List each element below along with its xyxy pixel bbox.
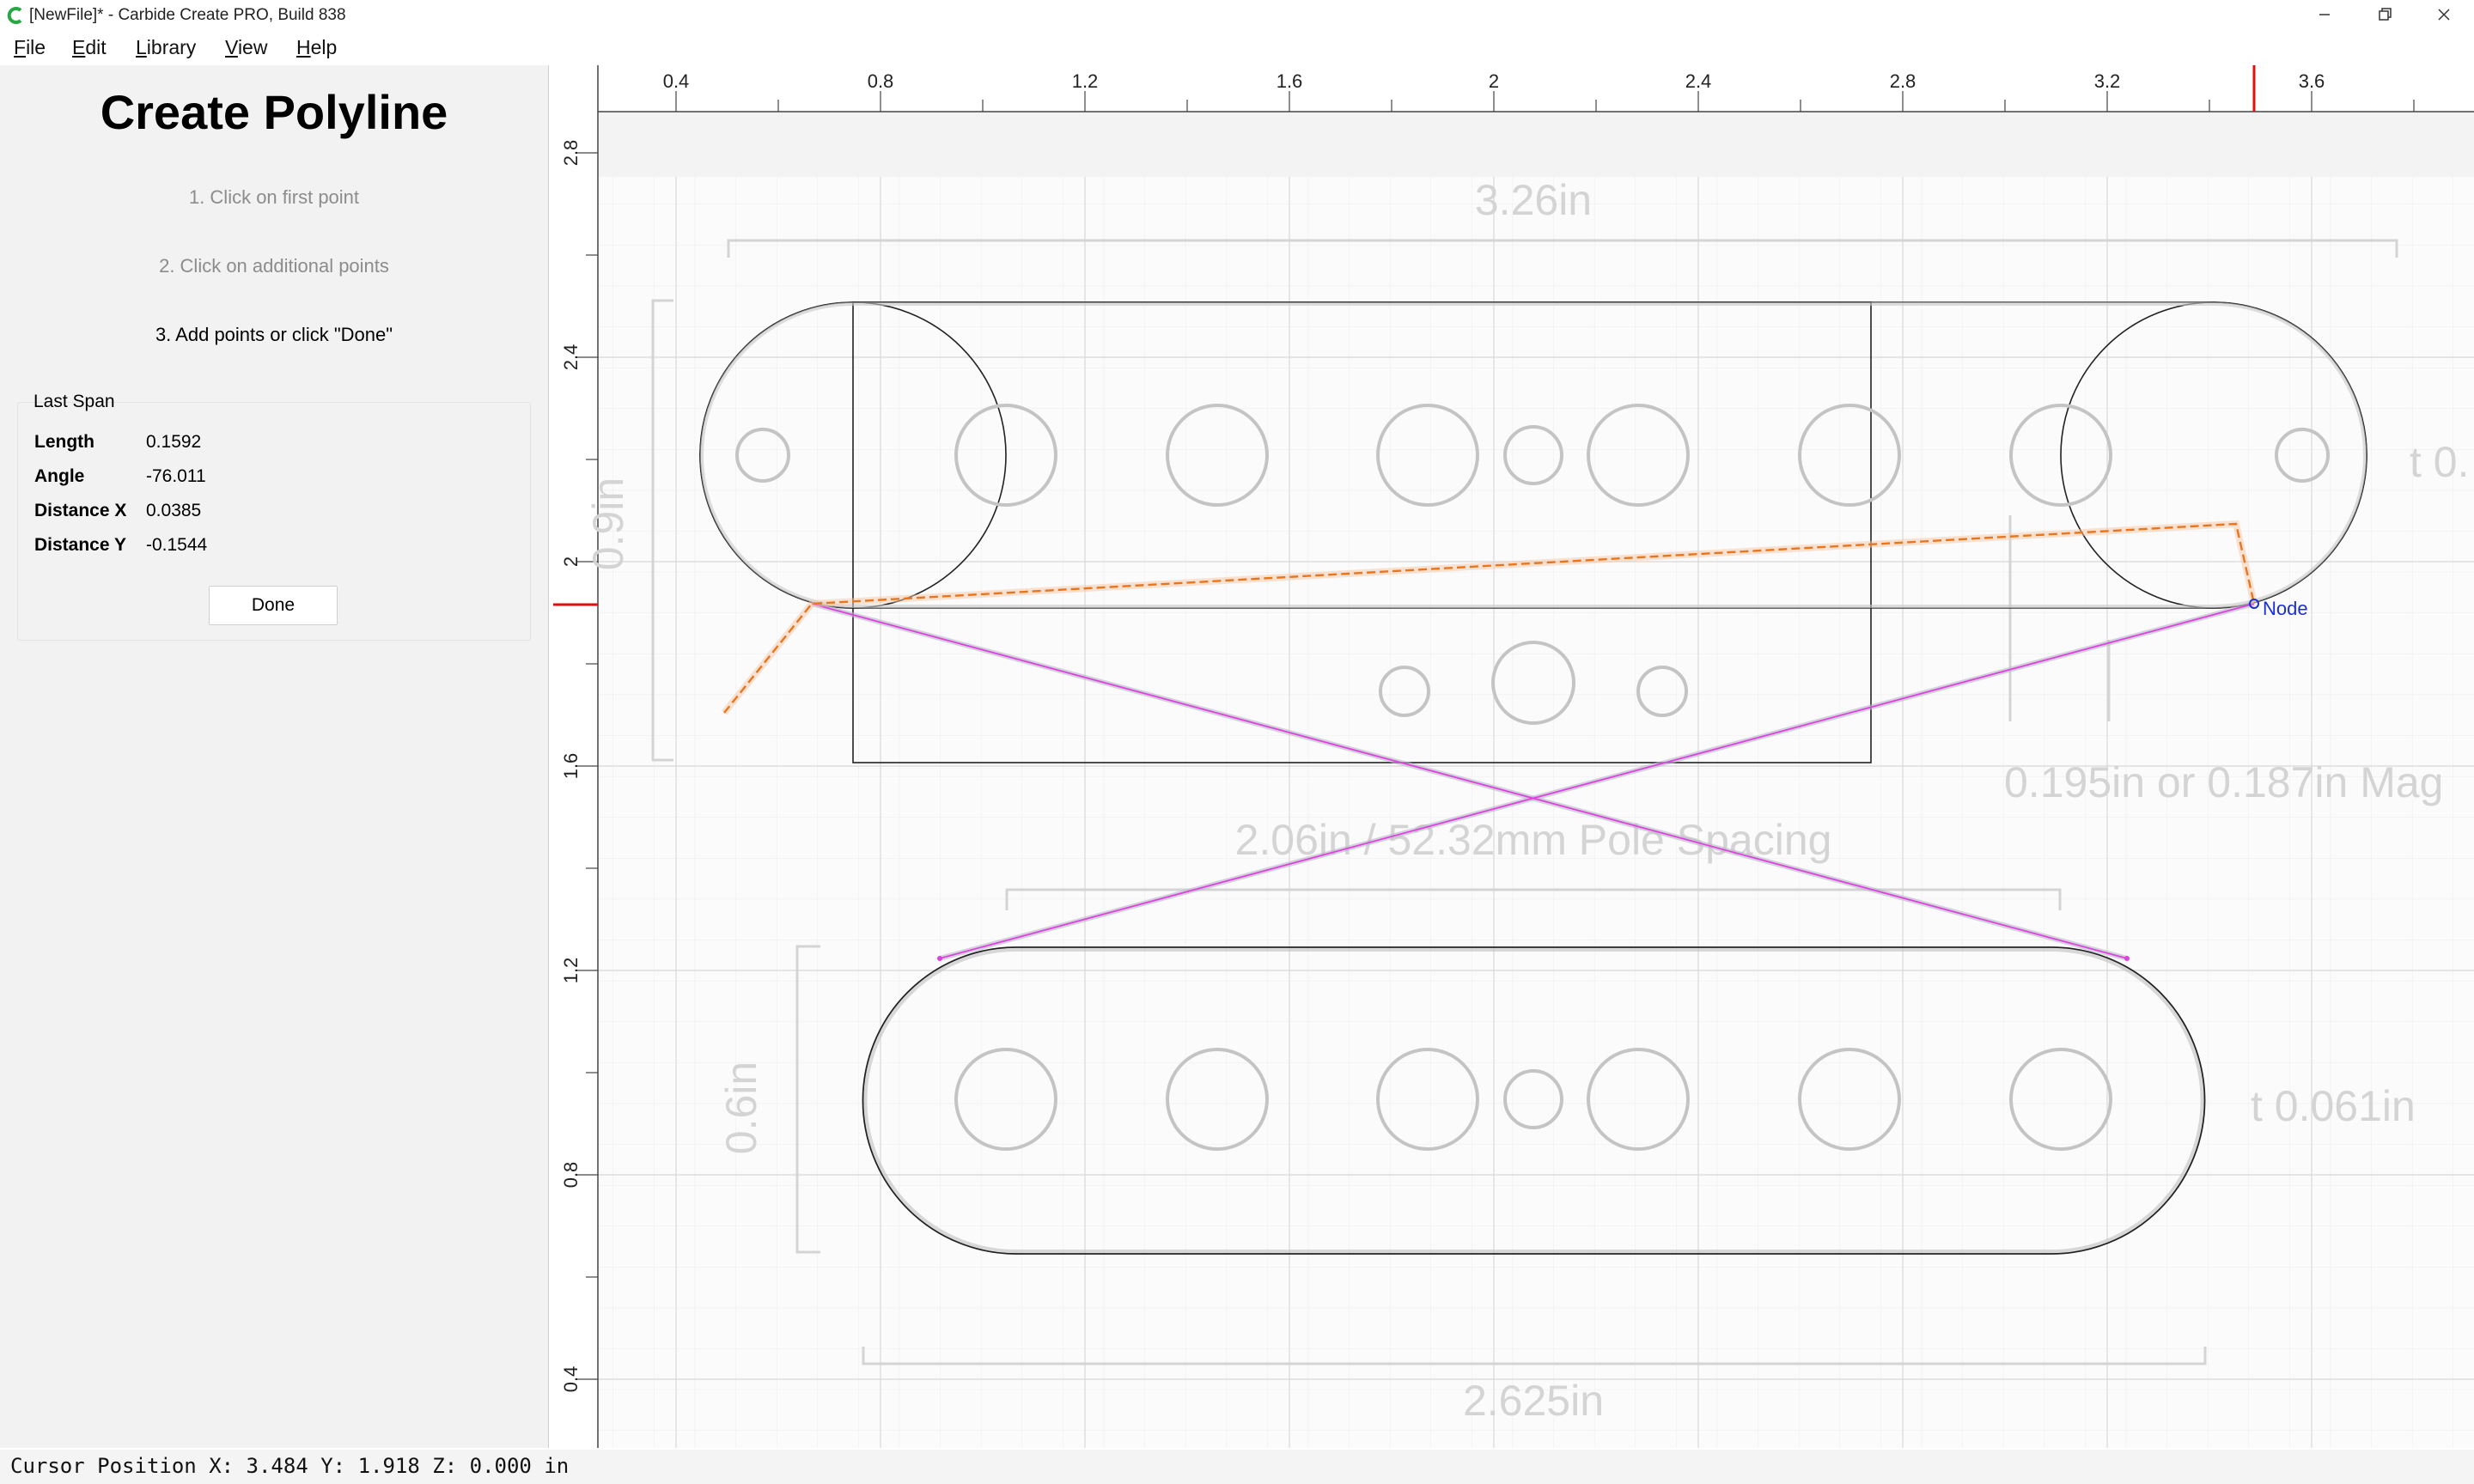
ruler-y-label: 2 [560, 556, 582, 567]
ruler-x-label: 0.8 [868, 70, 894, 92]
angle-value: -76.011 [146, 466, 206, 486]
last-span-label: Last Span [34, 392, 115, 411]
length-label: Length [34, 432, 94, 452]
ruler-x-label: 0.4 [663, 70, 690, 92]
title-bar: [NewFile]* - Carbide Create PRO, Build 8… [0, 0, 2474, 31]
ruler-x-label: 2 [1489, 70, 1499, 92]
design-canvas-area[interactable]: 0.4 0.8 1.2 1.6 2 2.4 2.8 3.2 3.6 2.8 2.… [553, 65, 2474, 1448]
ruler-y-label: 1.2 [560, 958, 582, 984]
dim-label-bottom-height: 0.6in [717, 1061, 765, 1154]
step-2: 2. Click on additional points [159, 255, 389, 277]
grid [598, 177, 2474, 1448]
dim-label-bottom-thickness: t 0.061in [2251, 1082, 2416, 1130]
ruler-x-label: 1.6 [1277, 70, 1303, 92]
close-icon [2438, 9, 2450, 21]
restore-button[interactable] [2354, 0, 2414, 31]
menu-view[interactable]: View [225, 36, 267, 59]
done-button[interactable]: Done [209, 586, 338, 625]
menu-edit[interactable]: Edit [72, 36, 107, 59]
ruler-y-label: 1.6 [560, 753, 582, 780]
minimize-icon [2319, 14, 2330, 15]
dim-label-top-thickness: t 0. [2410, 438, 2469, 486]
cursor-position-text: Cursor Position X: 3.484 Y: 1.918 Z: 0.0… [10, 1454, 570, 1478]
ruler-y-label: 0.8 [560, 1162, 582, 1189]
panel-title: Create Polyline [100, 85, 448, 139]
minimize-button[interactable] [2294, 0, 2354, 31]
tool-panel: Create Polyline 1. Click on first point … [0, 65, 549, 1448]
menu-file[interactable]: File [14, 36, 46, 59]
menu-library[interactable]: Library [136, 36, 196, 59]
menu-bar: File Edit Library View Help [0, 31, 2474, 64]
ruler-y-label: 2.8 [560, 140, 582, 167]
menu-help[interactable]: Help [296, 36, 337, 59]
distance-y-label: Distance Y [34, 535, 126, 555]
ruler-x-label: 2.4 [1685, 70, 1712, 92]
tangent-end-point [2124, 956, 2130, 961]
close-button[interactable] [2414, 0, 2474, 31]
window-title: [NewFile]* - Carbide Create PRO, Build 8… [29, 6, 346, 24]
restore-icon [2379, 8, 2392, 21]
node-label: Node [2263, 598, 2308, 619]
carbide-app-icon [7, 7, 22, 24]
ruler-x-label: 3.6 [2299, 70, 2325, 92]
length-value: 0.1592 [146, 432, 202, 452]
ruler-y-label: 0.4 [560, 1366, 582, 1393]
tangent-end-point [937, 956, 942, 961]
ruler-y-label: 2.4 [560, 344, 582, 371]
step-3: 3. Add points or click "Done" [155, 324, 393, 345]
dim-label-top-width: 3.26in [1475, 176, 1592, 224]
ruler-x-label: 3.2 [2094, 70, 2121, 92]
canvas-top-margin [598, 112, 2474, 177]
angle-label: Angle [34, 466, 85, 486]
status-bar: Cursor Position X: 3.484 Y: 1.918 Z: 0.0… [0, 1450, 2474, 1484]
distance-x-label: Distance X [34, 501, 127, 520]
dim-label-top-height: 0.9in [584, 477, 632, 570]
dim-label-magnet: 0.195in or 0.187in Mag [2004, 758, 2443, 806]
design-canvas[interactable]: 0.4 0.8 1.2 1.6 2 2.4 2.8 3.2 3.6 2.8 2.… [553, 65, 2474, 1448]
distance-x-value: 0.0385 [146, 501, 202, 520]
dim-label-bottom-width: 2.625in [1463, 1377, 1604, 1425]
horizontal-ruler [553, 65, 2474, 112]
step-1: 1. Click on first point [188, 186, 360, 208]
distance-y-value: -0.1544 [146, 535, 208, 555]
ruler-x-label: 1.2 [1072, 70, 1099, 92]
ruler-x-label: 2.8 [1890, 70, 1916, 92]
